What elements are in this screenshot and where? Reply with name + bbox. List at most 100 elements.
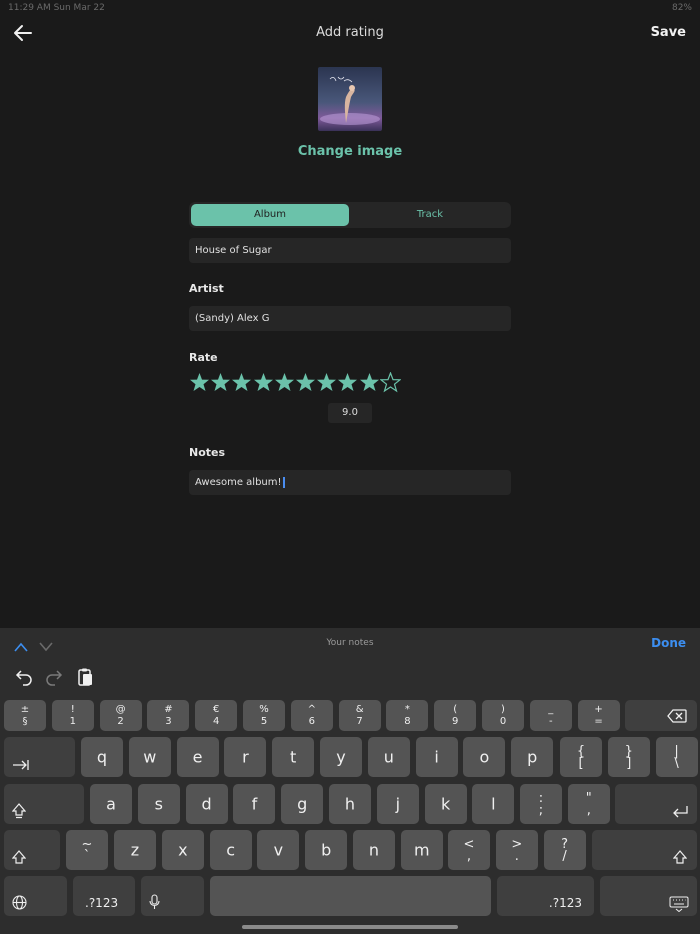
key-/[interactable]: ? / [543,830,586,870]
rating-value-input[interactable]: 9.0 [328,403,372,423]
numbers-mode-key-left[interactable]: .?123 [73,876,135,916]
key-label: u [383,747,394,767]
star-empty-icon[interactable] [379,371,402,393]
star-filled-icon[interactable] [359,372,380,393]
star-filled-icon[interactable] [337,372,358,393]
key-;[interactable]: :; [520,784,562,824]
key-shift-label: ^ [307,704,316,715]
caps-lock-key[interactable] [4,784,84,824]
globe-key[interactable] [4,876,67,916]
delete-key[interactable] [625,700,697,731]
key-o[interactable]: o [463,737,506,777]
key-label: .?123 [85,896,119,910]
key-z[interactable]: z [114,830,156,870]
key-4[interactable]: €4 [195,700,238,731]
star-filled-icon[interactable] [295,372,316,393]
home-indicator[interactable] [242,925,458,929]
key-k[interactable]: k [424,784,467,824]
key-s[interactable]: s [137,784,180,824]
key-b[interactable]: b [305,830,348,870]
artist-input[interactable]: (Sandy) Alex G [189,306,511,331]
right-shift-key[interactable] [592,830,697,870]
done-button[interactable]: Done [651,636,686,650]
album-cover-image[interactable] [318,67,382,131]
star-filled-icon[interactable] [210,372,231,393]
return-icon [673,806,688,818]
artist-label: Artist [189,282,224,295]
key-§[interactable]: ± § [4,700,46,731]
key-.[interactable]: >. [495,830,538,870]
tab-key[interactable] [4,737,75,777]
key-p[interactable]: p [511,737,554,777]
key-label: 1 [69,716,76,727]
key-a[interactable]: a [90,784,132,824]
key-9[interactable]: (9 [434,700,477,731]
key-x[interactable]: x [161,830,204,870]
key-n[interactable]: n [353,830,395,870]
save-button[interactable]: Save [651,25,686,40]
undo-icon[interactable] [14,668,34,686]
dictation-key[interactable] [141,876,204,916]
key-label: f [251,794,258,814]
key-t[interactable]: t [272,737,315,777]
paste-icon[interactable] [75,668,95,686]
key-f[interactable]: f [233,784,276,824]
key-shift-label: _ [548,704,554,715]
space-bar[interactable] [210,876,491,916]
key-h[interactable]: h [329,784,371,824]
key-v[interactable]: v [257,830,300,870]
numbers-mode-key-right[interactable]: .?123 [497,876,594,916]
page-title: Add rating [316,25,384,40]
shift-icon [673,850,687,864]
key-m[interactable]: m [400,830,443,870]
change-image-link[interactable]: Change image [0,144,700,159]
key-j[interactable]: j [376,784,419,824]
key-,[interactable]: <, [448,830,490,870]
title-input[interactable]: House of Sugar [189,238,511,263]
segment-track[interactable]: Track [351,204,509,226]
key--[interactable]: _ - [529,700,572,731]
key-][interactable]: }] [607,737,650,777]
keyboard-dismiss-icon [669,896,689,912]
key-u[interactable]: u [367,737,410,777]
key-label: . [514,849,519,864]
tab-icon [13,760,29,770]
key-7[interactable]: & 7 [338,700,381,731]
key-3[interactable]: #3 [147,700,190,731]
key-i[interactable]: i [415,737,458,777]
key-6[interactable]: ^ 6 [290,700,333,731]
key-8[interactable]: * 8 [386,700,429,731]
key-\[interactable]: | \ [655,737,698,777]
star-filled-icon[interactable] [316,372,337,393]
key-d[interactable]: d [185,784,228,824]
notes-input[interactable]: Awesome album! [189,470,511,495]
key-label: 9 [452,716,459,727]
key-w[interactable]: w [128,737,171,777]
key-,[interactable]: ", [567,784,610,824]
dismiss-keyboard-key[interactable] [600,876,697,916]
star-filled-icon[interactable] [253,372,274,393]
return-key[interactable] [615,784,697,824]
key-l[interactable]: l [472,784,515,824]
key-=[interactable]: + = [577,700,620,731]
key-e[interactable]: e [176,737,219,777]
key-0[interactable]: ) 0 [482,700,524,731]
key-1[interactable]: ! 1 [51,700,94,731]
segment-album[interactable]: Album [191,204,349,226]
key-q[interactable]: q [81,737,123,777]
left-shift-key[interactable] [4,830,60,870]
star-filled-icon[interactable] [231,372,252,393]
key-[[interactable]: {[ [560,737,602,777]
key-g[interactable]: g [281,784,324,824]
key-2[interactable]: @2 [99,700,142,731]
key-c[interactable]: c [209,830,252,870]
redo-icon[interactable] [44,668,64,686]
key-y[interactable]: y [320,737,362,777]
star-filled-icon[interactable] [189,372,210,393]
star-filled-icon[interactable] [274,372,295,393]
key-label: .?123 [548,896,582,910]
key-r[interactable]: r [224,737,267,777]
key-label: / [562,849,567,864]
key-5[interactable]: % 5 [243,700,285,731]
key-backtick[interactable]: ~ ` [66,830,108,870]
